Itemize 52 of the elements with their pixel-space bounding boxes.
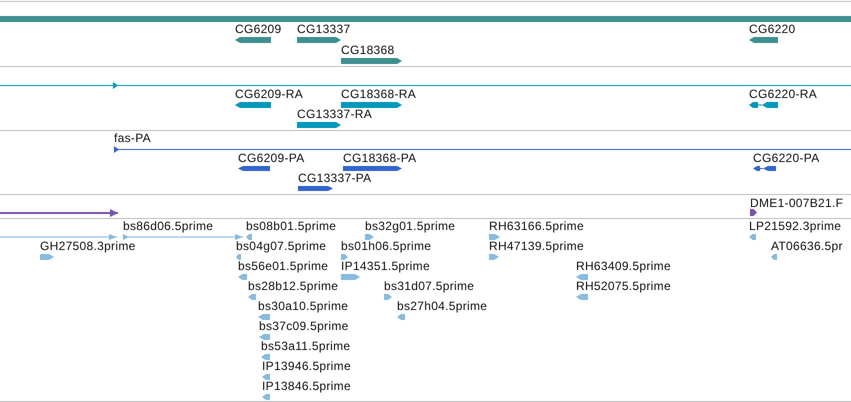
feature-label: IP13946.5prime [262, 359, 351, 373]
feature-glyph[interactable] [343, 166, 402, 171]
feature-glyph[interactable] [341, 58, 402, 64]
feature-label: CG13337-PA [298, 171, 372, 185]
feature-label: IP13846.5prime [262, 379, 351, 393]
feature-label: bs27h04.5prime [397, 299, 488, 313]
feature-glyph[interactable] [0, 82, 851, 89]
feature-label: CG18368 [341, 43, 394, 57]
feature-glyph[interactable] [114, 146, 851, 153]
feature-label: bs30a10.5prime [258, 299, 348, 313]
feature-label: CG6209-RA [235, 87, 304, 101]
feature-label: CG6209-PA [238, 151, 305, 165]
feature-label: CG18368-RA [341, 87, 416, 101]
feature-glyph[interactable] [0, 209, 118, 217]
feature-glyph[interactable] [297, 122, 341, 128]
feature-label: fas-PA [114, 131, 151, 145]
feature-glyph[interactable] [298, 186, 333, 191]
feature-label: RH63409.5prime [576, 259, 671, 273]
feature-label: CG6220-PA [753, 151, 820, 165]
feature-label: CG6220 [749, 22, 796, 36]
feature-label: CG13337-RA [297, 107, 372, 121]
feature-label: CG18368-PA [343, 151, 416, 165]
feature-label: DME1-007B21.F [750, 196, 844, 210]
feature-label: GH27508.3prime [40, 239, 136, 253]
feature-label: bs37c09.5prime [259, 319, 349, 333]
feature-glyph[interactable] [341, 102, 402, 108]
feature-label: bs01h06.5prime [341, 239, 432, 253]
feature-label: bs53a11.5prime [261, 339, 350, 353]
feature-label: bs86d06.5prime [123, 219, 214, 233]
feature-label: RH47139.5prime [489, 239, 584, 253]
feature-label: bs32g01.5prime [365, 219, 456, 233]
feature-label: bs56e01.5prime [238, 259, 328, 273]
feature-label: RH63166.5prime [489, 219, 584, 233]
feature-glyph[interactable] [749, 102, 778, 108]
feature-label: bs31d07.5prime [384, 279, 474, 293]
feature-label: CG6220-RA [749, 87, 818, 101]
feature-label: CG6209 [235, 22, 282, 36]
feature-glyph[interactable] [235, 102, 271, 108]
feature-glyph[interactable] [750, 209, 757, 216]
feature-label: bs28b12.5prime [248, 279, 338, 293]
feature-glyph[interactable] [753, 166, 776, 171]
feature-label: CG13337 [297, 22, 350, 36]
feature-label: AT06636.5pr [771, 239, 843, 253]
feature-glyph[interactable] [297, 37, 341, 43]
feature-glyph[interactable] [235, 37, 271, 43]
feature-label: RH52075.5prime [576, 279, 671, 293]
feature-label: LP21592.3prime [749, 219, 842, 233]
feature-label: bs04g07.5prime [236, 239, 326, 253]
feature-glyph[interactable] [749, 37, 778, 43]
feature-glyph[interactable] [238, 166, 270, 171]
feature-label: IP14351.5prime [341, 259, 430, 273]
feature-label: bs08b01.5prime [246, 219, 336, 233]
